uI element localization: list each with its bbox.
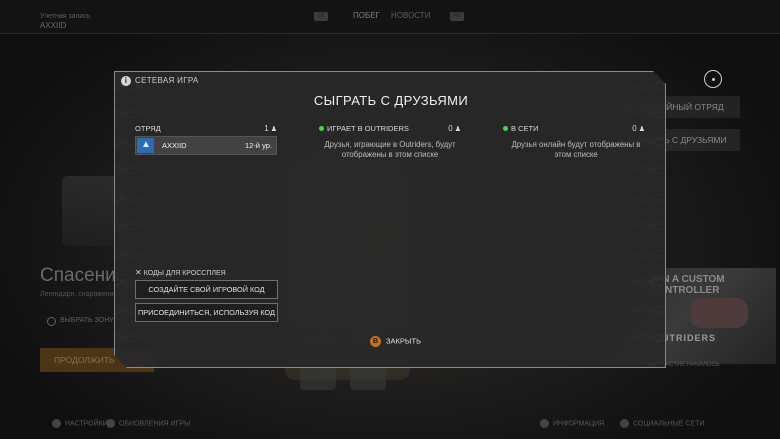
close-button[interactable]: B ЗАКРЫТЬ <box>370 336 421 347</box>
info-icon: i <box>121 76 131 86</box>
squad-count: 1 ♟ <box>264 123 277 136</box>
class-emblem-icon <box>137 138 154 153</box>
footer-updates[interactable]: ОБНОВЛЕНИЯ ИГРЫ <box>106 419 190 428</box>
crossplay-icon: ✕ <box>135 268 142 277</box>
top-bar: Учетная запись AXXIID LB ПОБЕГ НОВОСТИ R… <box>0 0 780 34</box>
online-label: В СЕТИ <box>511 124 539 133</box>
playing-empty-text: Друзья, играющие в Outriders, будут отоб… <box>324 140 456 159</box>
cursor-icon <box>704 70 722 88</box>
join-with-code-button[interactable]: ПРИСОЕДИНИТЬСЯ, ИСПОЛЬЗУЯ КОД <box>135 303 278 322</box>
playing-label: ИГРАЕТ В OUTRIDERS <box>327 124 409 133</box>
footer-social[interactable]: СОЦИАЛЬНЫЕ СЕТИ <box>620 419 704 428</box>
playing-header: ИГРАЕТ В OUTRIDERS 0 ♟ <box>319 123 461 135</box>
mission-title: Спасение <box>40 265 127 286</box>
member-level: 12-й ур. <box>244 141 272 150</box>
dialog-header: i СЕТЕВАЯ ИГРА <box>121 76 199 86</box>
social-key-icon <box>620 419 629 428</box>
online-count: 0 ♟ <box>632 123 645 136</box>
crossplay-label: КОДЫ ДЛЯ КРОССПЛЕЯ <box>143 270 226 277</box>
member-name: AXXIID <box>162 141 187 150</box>
b-button-icon: B <box>370 336 381 347</box>
weapon-image <box>62 176 122 246</box>
dialog-header-label: СЕТЕВАЯ ИГРА <box>135 76 199 86</box>
controller-image <box>690 298 748 328</box>
person-icon: ♟ <box>638 126 645 133</box>
create-code-button[interactable]: СОЗДАЙТЕ СВОЙ ИГРОВОЙ КОД <box>135 280 278 299</box>
tab-news[interactable]: НОВОСТИ <box>391 11 430 20</box>
updates-key-icon <box>106 419 115 428</box>
account-name: AXXIID <box>40 21 67 30</box>
squad-label: ОТРЯД <box>135 124 161 133</box>
squad-member[interactable]: AXXIID 12-й ур. <box>135 136 277 155</box>
settings-key-icon <box>52 419 61 428</box>
online-dot-icon <box>319 126 324 132</box>
select-zone-button[interactable]: ВЫБРАТЬ ЗОНУ <box>40 313 118 329</box>
close-label: ЗАКРЫТЬ <box>386 336 422 346</box>
person-icon: ♟ <box>454 126 461 133</box>
footer-settings[interactable]: НАСТРОЙКИ <box>52 419 108 428</box>
footer-info[interactable]: ИНФОРМАЦИЯ <box>540 419 604 428</box>
lb-key-icon: LB <box>314 12 328 21</box>
online-empty-text: Друзья онлайн будут отображены в этом сп… <box>511 140 641 159</box>
mission-subtitle: Легендарн. снаряжение <box>40 291 118 298</box>
crossplay-header: ✕ КОДЫ ДЛЯ КРОССПЛЕЯ <box>135 268 226 277</box>
info-key-icon <box>540 419 549 428</box>
account-label: Учетная запись <box>40 13 91 20</box>
rb-key-icon: RB <box>450 12 464 21</box>
playing-count: 0 ♟ <box>448 123 461 136</box>
squad-header: ОТРЯД 1 ♟ <box>135 123 277 135</box>
tab-escape[interactable]: ПОБЕГ <box>353 11 380 20</box>
play-with-friends-dialog: i СЕТЕВАЯ ИГРА СЫГРАТЬ С ДРУЗЬЯМИ ОТРЯД 1… <box>114 71 666 368</box>
online-header: В СЕТИ 0 ♟ <box>503 123 645 135</box>
online-dot-icon <box>503 126 508 132</box>
dialog-title: СЫГРАТЬ С ДРУЗЬЯМИ <box>313 93 469 108</box>
person-icon: ♟ <box>270 126 277 133</box>
